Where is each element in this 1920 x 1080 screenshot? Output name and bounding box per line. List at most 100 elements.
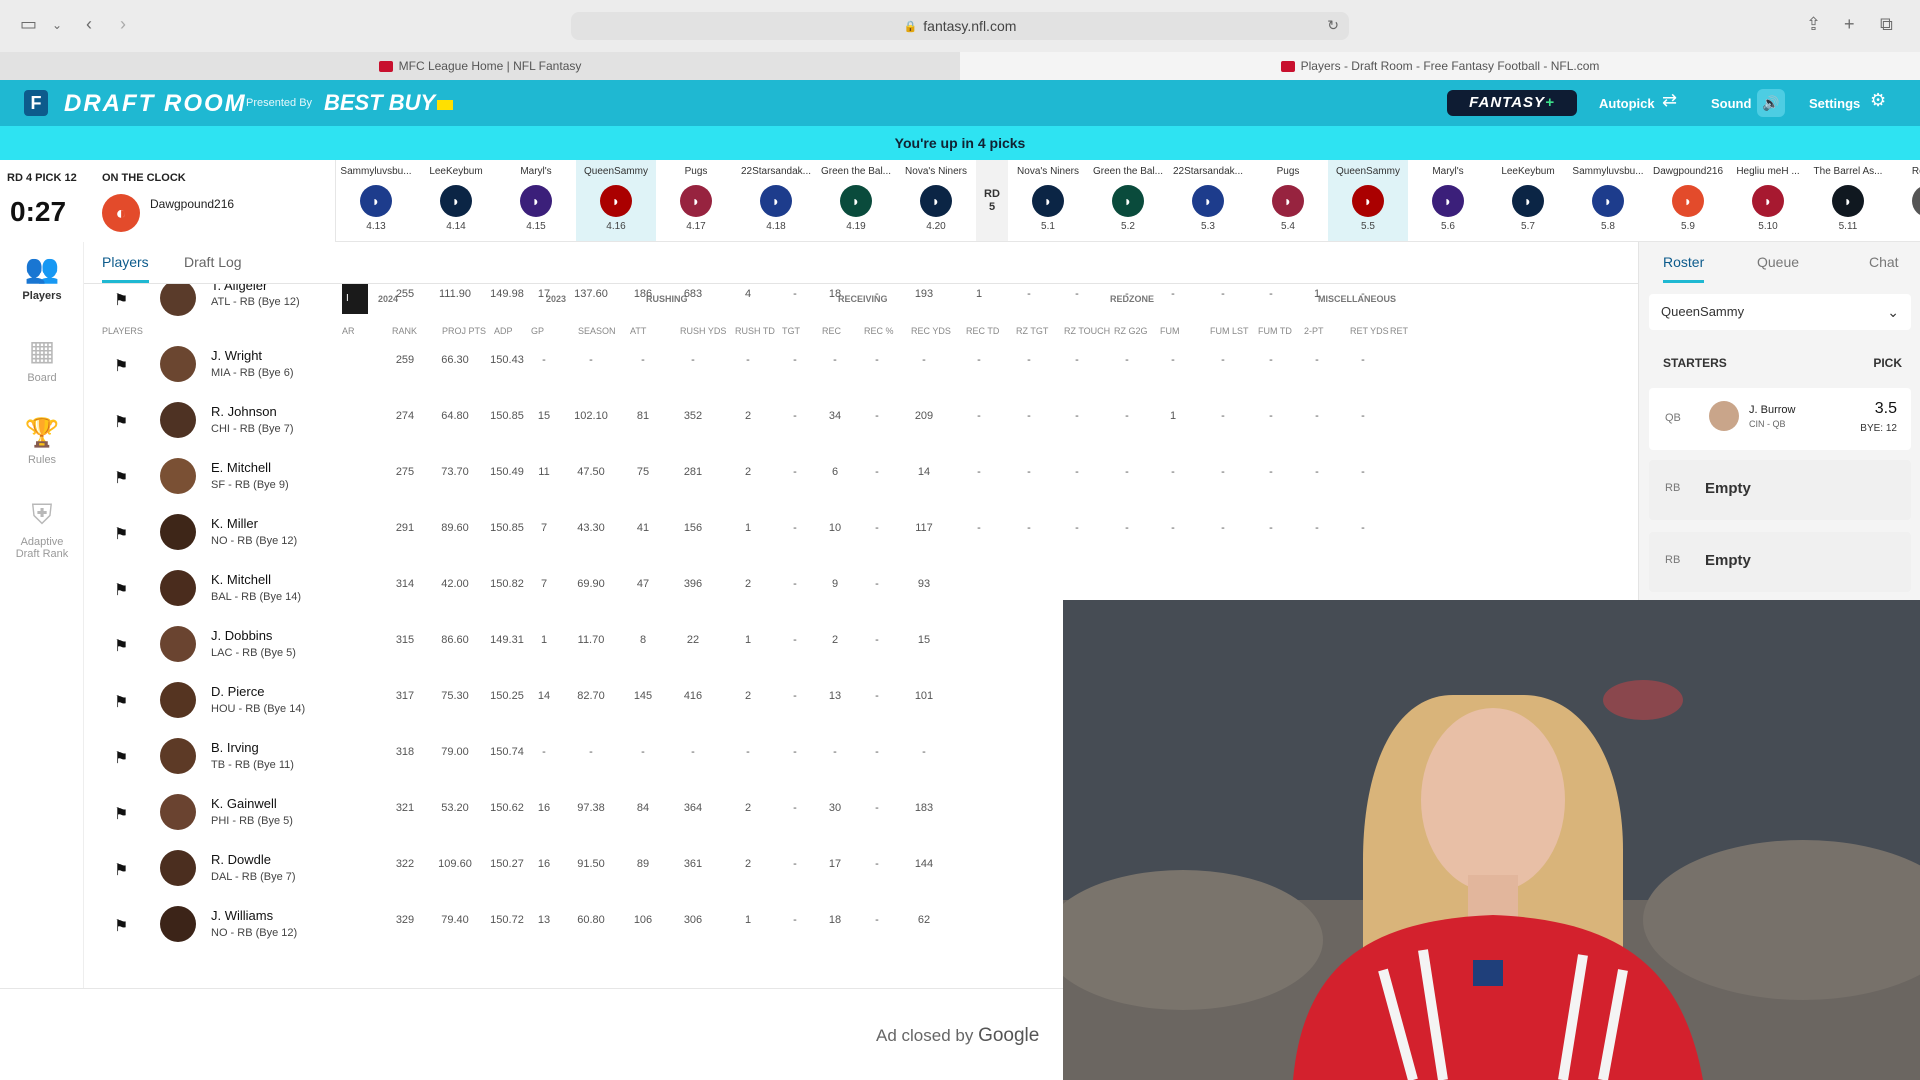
player-team-position: DAL - RB (Bye 7) (211, 871, 296, 883)
sidebar-item-board[interactable]: ▦ Board (0, 334, 84, 384)
player-name[interactable]: E. Mitchell (211, 460, 271, 475)
slot-pick-number: 3.5 (1874, 400, 1897, 417)
player-name[interactable]: T. Allgeier (211, 284, 267, 293)
player-name[interactable]: K. Miller (211, 516, 258, 531)
flag-icon[interactable]: ⚑ (114, 804, 128, 824)
sound-label[interactable]: Sound (1711, 96, 1751, 111)
draft-pick-slot[interactable]: Nova's Niners ◗ 4.20 (896, 160, 976, 241)
flag-icon[interactable]: ⚑ (114, 860, 128, 880)
draft-pick-slot[interactable]: QueenSammy ◗ 5.5 (1328, 160, 1408, 241)
draft-pick-slot[interactable]: Sammyluvsbu... ◗ 4.13 (336, 160, 416, 241)
stat-cell: 15 (537, 410, 551, 422)
autopick-label[interactable]: Autopick (1599, 96, 1655, 111)
draft-pick-slot[interactable]: 22Starsandak... ◗ 4.18 (736, 160, 816, 241)
browser-tab-league-home[interactable]: MFC League Home | NFL Fantasy (0, 52, 960, 80)
flag-icon[interactable]: ⚑ (114, 524, 128, 544)
team-helmet-icon: ◗ (1192, 185, 1224, 217)
flag-icon[interactable]: ⚑ (114, 636, 128, 656)
players-subtabs: Players Draft Log (84, 242, 1638, 284)
player-name[interactable]: J. Dobbins (211, 628, 272, 643)
forward-icon[interactable]: › (120, 14, 126, 35)
flag-icon[interactable]: ⚑ (114, 692, 128, 712)
player-name[interactable]: R. Johnson (211, 404, 277, 419)
draft-pick-slot[interactable]: Nova's Niners ◗ 5.1 (1008, 160, 1088, 241)
roster-team-select[interactable]: QueenSammy ⌄ (1649, 294, 1911, 330)
roster-slot-rb[interactable]: RB Empty (1649, 532, 1911, 592)
flag-icon[interactable]: ⚑ (114, 748, 128, 768)
draft-pick-slot[interactable]: LeeKeybum ◗ 4.14 (416, 160, 496, 241)
table-row[interactable]: ⚑ T. Allgeier ATL - RB (Bye 12) 255 111.90 1 4… (84, 284, 1638, 316)
address-bar[interactable]: 🔒 fantasy.nfl.com ↻ (571, 12, 1349, 40)
autopick-toggle-icon[interactable]: ⇄ (1662, 90, 1677, 111)
browser-tab-draft-room[interactable]: Players - Draft Room - Free Fantasy Foot… (960, 52, 1920, 80)
tab-players[interactable]: Players (102, 254, 149, 283)
stat-cell: 11.70 (577, 634, 605, 646)
stat-cell: - (977, 354, 981, 366)
tab-draft-log[interactable]: Draft Log (184, 254, 242, 280)
player-name[interactable]: D. Pierce (211, 684, 264, 699)
table-row[interactable]: ⚑ K. Miller NO - RB (Bye 12) 291 89.60 150.85… (84, 502, 1638, 558)
draft-pick-ticker[interactable]: Sammyluvsbu... ◗ 4.13 LeeKeybum ◗ 4.14 Maryl's… (336, 160, 1920, 242)
reload-icon[interactable]: ↻ (1327, 17, 1339, 34)
tab-roster[interactable]: Roster (1663, 254, 1705, 283)
sidebar-item-rules[interactable]: 🏆 Rules (0, 416, 84, 466)
player-name[interactable]: B. Irving (211, 740, 259, 755)
flag-icon[interactable]: ⚑ (114, 468, 128, 488)
sound-toggle-button[interactable]: 🔊 (1757, 89, 1785, 117)
draft-pick-slot[interactable]: Maryl's ◗ 5.6 (1408, 160, 1488, 241)
flag-icon[interactable]: ⚑ (114, 356, 128, 376)
sidebar-item-adaptive-draft-rank[interactable]: ⛨ Adaptive Draft Rank (0, 498, 84, 560)
table-row[interactable]: ⚑ R. Johnson CHI - RB (Bye 7) 274 64.80 150.8… (84, 390, 1638, 446)
draft-pick-slot[interactable]: Hegliu meH ... ◗ 5.10 (1728, 160, 1808, 241)
sidebar-toggle-icon[interactable]: ▭ (20, 14, 37, 35)
share-icon[interactable]: ⇪ (1806, 14, 1821, 35)
player-name[interactable]: K. Mitchell (211, 572, 271, 587)
stat-cell: 93 (917, 578, 931, 590)
flag-icon[interactable]: ⚑ (114, 290, 128, 310)
chevron-down-icon[interactable]: ⌄ (52, 18, 62, 32)
draft-pick-slot[interactable]: 22Starsandak... ◗ 5.3 (1168, 160, 1248, 241)
draft-pick-slot[interactable]: Green the Bal... ◗ 4.19 (816, 160, 896, 241)
gear-icon[interactable]: ⚙ (1870, 90, 1886, 111)
flag-icon[interactable]: ⚑ (114, 412, 128, 432)
table-row[interactable]: ⚑ J. Wright MIA - RB (Bye 6) 259 66.30 150.43… (84, 334, 1638, 390)
player-name[interactable]: J. Wright (211, 348, 262, 363)
draft-pick-slot[interactable]: Maryl's ◗ 4.15 (496, 160, 576, 241)
player-name[interactable]: K. Gainwell (211, 796, 277, 811)
tab-overview-icon[interactable]: ⧉ (1880, 14, 1893, 35)
stat-cell: 82.70 (577, 690, 605, 702)
draft-pick-slot[interactable]: Green the Bal... ◗ 5.2 (1088, 160, 1168, 241)
draft-pick-slot[interactable]: The Barrel As... ◗ 5.11 (1808, 160, 1888, 241)
roster-slot-rb[interactable]: RB Empty (1649, 460, 1911, 520)
draft-pick-slot[interactable]: Dawgpound216 ◗ 5.9 (1648, 160, 1728, 241)
back-icon[interactable]: ‹ (86, 14, 92, 35)
draft-pick-slot[interactable]: LeeKeybum ◗ 5.7 (1488, 160, 1568, 241)
table-row[interactable]: ⚑ E. Mitchell SF - RB (Bye 9) 275 73.70 150.4… (84, 446, 1638, 502)
player-name[interactable]: J. Williams (211, 908, 273, 923)
new-tab-icon[interactable]: + (1844, 14, 1855, 35)
stat-cell: 1 (744, 634, 752, 646)
sidebar-item-label: Board (27, 372, 57, 384)
sidebar-item-players[interactable]: 👥 Players (0, 252, 84, 302)
player-avatar (160, 850, 196, 886)
stat-cell: 101 (914, 690, 934, 702)
tab-queue[interactable]: Queue (1757, 254, 1799, 280)
stat-cell: - (1075, 522, 1079, 534)
stat-cell: 352 (683, 410, 703, 422)
player-name[interactable]: R. Dowdle (211, 852, 271, 867)
settings-label[interactable]: Settings (1809, 96, 1860, 111)
fantasy-plus-button[interactable]: FANTASY+ (1447, 90, 1577, 116)
flag-icon[interactable]: ⚑ (114, 580, 128, 600)
tab-chat[interactable]: Chat (1869, 254, 1899, 280)
draft-pick-slot[interactable]: QueenSammy ◗ 4.16 (576, 160, 656, 241)
stat-cell: 275 (395, 466, 415, 478)
draft-pick-slot[interactable]: Pugs ◗ 5.4 (1248, 160, 1328, 241)
round-pick: RD 4 PICK 12 (7, 172, 77, 184)
draft-pick-slot[interactable]: Pugs ◗ 4.17 (656, 160, 736, 241)
roster-slot-qb[interactable]: QB J. Burrow CIN - QB 3.5 BYE: 12 (1649, 388, 1911, 450)
players-icon: 👥 (24, 253, 60, 284)
draft-pick-slot[interactable]: Robo... ◗ (1888, 160, 1920, 241)
flag-icon[interactable]: ⚑ (114, 916, 128, 936)
player-team-position: NO - RB (Bye 12) (211, 535, 298, 547)
draft-pick-slot[interactable]: Sammyluvsbu... ◗ 5.8 (1568, 160, 1648, 241)
